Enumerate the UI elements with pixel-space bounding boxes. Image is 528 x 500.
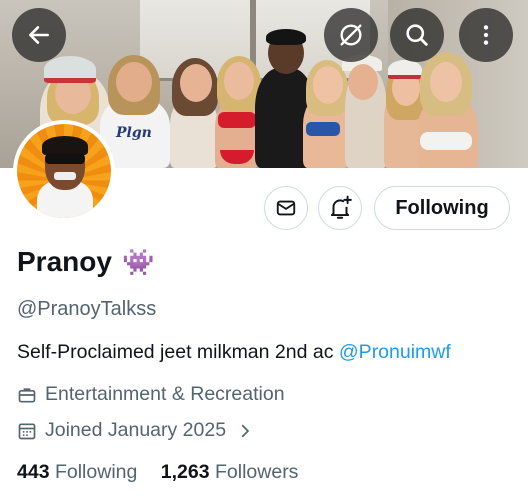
hide-media-button[interactable]: [324, 8, 378, 62]
search-icon: [406, 24, 428, 46]
joined-label: Joined January 2025: [45, 419, 227, 441]
more-vertical-icon: [483, 25, 489, 45]
bell-plus-icon: [330, 195, 352, 219]
following-count: 443: [17, 461, 50, 483]
profile-bio: Self-Proclaimed jeet milkman 2nd ac @Pro…: [17, 341, 451, 364]
message-button[interactable]: [264, 186, 308, 230]
follow-stats: 443 Following 1,263 Followers: [17, 461, 298, 484]
envelope-icon: [276, 200, 296, 216]
alien-monster-icon: 👾: [121, 246, 155, 277]
more-options-button[interactable]: [459, 8, 513, 62]
calendar-icon: [18, 423, 36, 439]
chevron-right-icon: [241, 424, 249, 437]
back-button[interactable]: [12, 8, 66, 62]
notifications-button[interactable]: [318, 186, 362, 230]
profile-joined[interactable]: Joined January 2025: [17, 419, 262, 442]
banner-jersey-text: Plgn: [116, 125, 152, 141]
followers-stat-label: Followers: [209, 461, 299, 483]
search-button[interactable]: [390, 8, 444, 62]
followers-stat[interactable]: 1,263 Followers: [161, 461, 299, 483]
profile-handle: @PranoyTalkss: [17, 298, 157, 320]
following-button[interactable]: Following: [374, 186, 510, 230]
eye-off-icon: [340, 24, 362, 46]
profile-name: Pranoy: [17, 246, 112, 277]
following-stat-label: Following: [49, 461, 138, 483]
avatar-image: [17, 124, 111, 218]
category-label: Entertainment & Recreation: [45, 383, 285, 405]
profile-name-row: Pranoy 👾: [17, 246, 154, 278]
arrow-left-icon: [29, 26, 49, 44]
profile-avatar[interactable]: [13, 120, 115, 222]
bio-text: Self-Proclaimed jeet milkman 2nd ac: [17, 341, 339, 363]
briefcase-icon: [18, 387, 36, 402]
following-stat[interactable]: 443 Following: [17, 461, 137, 483]
profile-category: Entertainment & Recreation: [17, 383, 285, 406]
bio-mention-link[interactable]: @Pronuimwf: [339, 341, 451, 363]
followers-count: 1,263: [160, 461, 210, 483]
